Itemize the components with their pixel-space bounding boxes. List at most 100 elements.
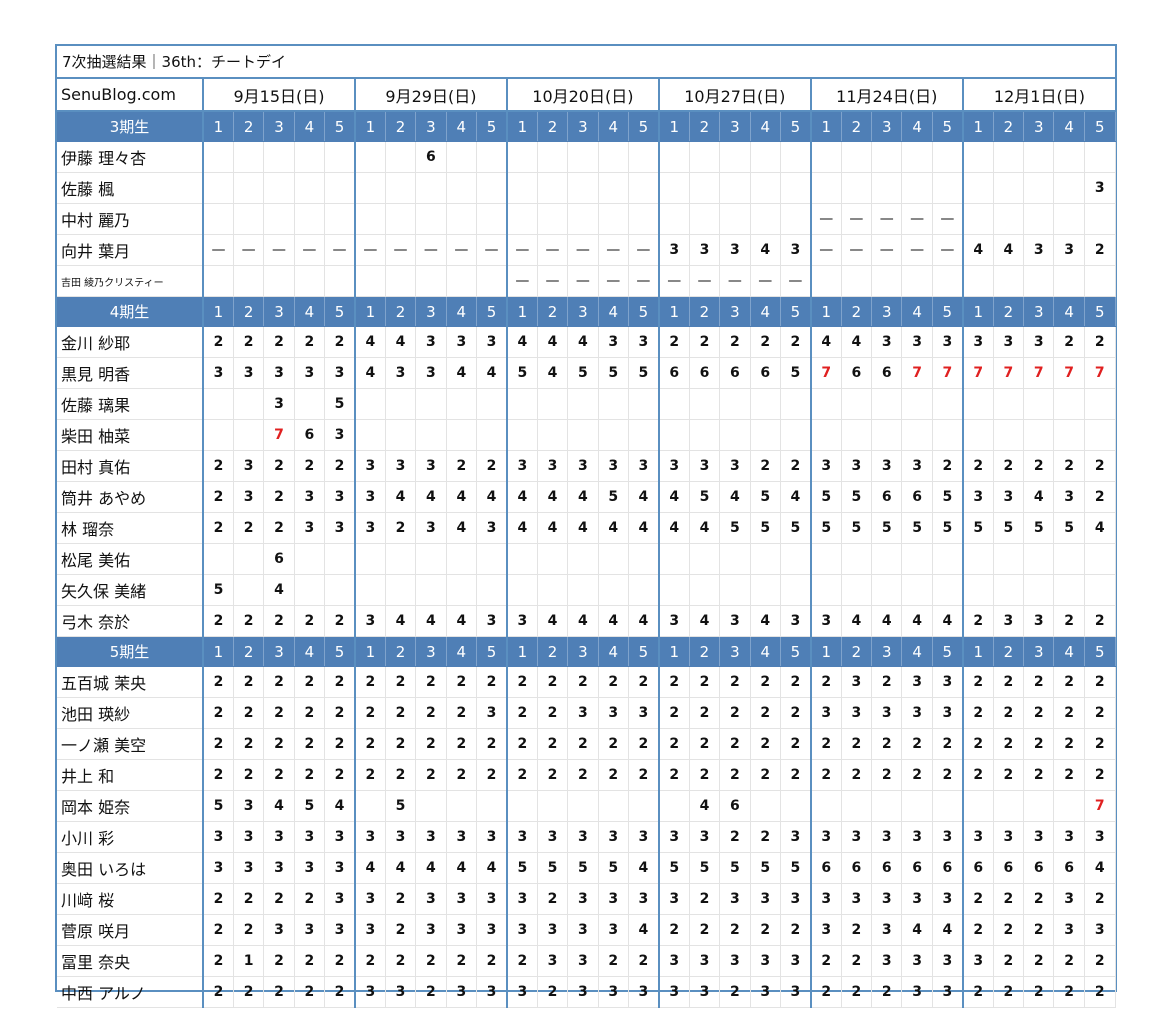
- result-cell: [628, 172, 660, 204]
- member-name: 林 瑠奈: [57, 512, 204, 544]
- result-cell: [446, 419, 478, 451]
- result-cell: 3: [901, 450, 933, 482]
- result-cell: 3: [324, 821, 356, 853]
- result-cell: [750, 419, 781, 451]
- result-cell: 2: [385, 759, 417, 791]
- result-cell: 4: [689, 512, 721, 544]
- result-cell: 3: [476, 697, 508, 729]
- result-cell: 2: [446, 759, 478, 791]
- result-cell: 2: [993, 914, 1025, 946]
- result-cell: 3: [353, 481, 386, 513]
- result-cell: [1053, 172, 1085, 204]
- part-number: 5: [628, 111, 660, 142]
- part-number: 5: [1084, 636, 1116, 667]
- result-cell: 4: [628, 914, 660, 946]
- result-cell: 6: [1023, 852, 1055, 884]
- result-cell: 5: [1023, 512, 1055, 544]
- result-cell: [657, 419, 690, 451]
- result-cell: 7: [993, 357, 1025, 389]
- result-cell: [233, 203, 265, 235]
- result-cell: [598, 388, 629, 420]
- result-cell: 2: [719, 821, 751, 853]
- result-cell: [961, 203, 994, 235]
- result-cell: [961, 172, 994, 204]
- result-cell: 3: [993, 481, 1025, 513]
- result-cell: 6: [841, 852, 873, 884]
- member-row: 中村 麗乃 — — — — —: [57, 203, 1116, 235]
- date-header: 10月27日(日): [657, 78, 811, 112]
- result-cell: 2: [750, 914, 781, 946]
- generation-header-row: 5期生 1 2 3 4 5 1 2 3 4 5 1 2 3 4 5 1 2 3 4 5 1 2 3 4 5 1 2 3 4 5: [57, 636, 1116, 667]
- result-cell: 5: [598, 852, 629, 884]
- result-cell: —: [385, 234, 417, 266]
- result-cell: 3: [201, 357, 234, 389]
- result-cell: [537, 203, 569, 235]
- result-cell: 2: [446, 728, 478, 760]
- result-cell: 3: [505, 450, 538, 482]
- part-number: 5: [932, 296, 964, 327]
- sheet-title: 7次抽選結果｜36th：チートデイ: [57, 46, 1116, 79]
- result-cell: [841, 574, 873, 606]
- result-cell: [505, 203, 538, 235]
- part-number: 1: [505, 636, 538, 667]
- result-cell: [353, 574, 386, 606]
- result-cell: [689, 543, 721, 575]
- part-number: 3: [719, 296, 751, 327]
- result-cell: 2: [961, 666, 994, 698]
- result-cell: 3: [961, 945, 994, 977]
- result-cell: [476, 388, 508, 420]
- result-cell: 2: [385, 666, 417, 698]
- result-cell: 2: [689, 914, 721, 946]
- result-cell: 2: [476, 450, 508, 482]
- result-cell: [353, 388, 386, 420]
- result-cell: 5: [598, 357, 629, 389]
- result-cell: 2: [201, 945, 234, 977]
- result-cell: [719, 203, 751, 235]
- result-cell: 2: [719, 697, 751, 729]
- result-cell: 6: [871, 852, 903, 884]
- result-cell: [961, 419, 994, 451]
- result-cell: [750, 203, 781, 235]
- result-cell: [750, 141, 781, 173]
- result-cell: 2: [324, 605, 356, 637]
- result-cell: [689, 172, 721, 204]
- result-cell: [476, 419, 508, 451]
- part-number: 2: [993, 111, 1025, 142]
- result-cell: [385, 574, 417, 606]
- member-name: 弓木 奈於: [57, 605, 204, 637]
- result-cell: 3: [932, 883, 964, 915]
- result-cell: —: [750, 265, 781, 297]
- result-cell: [1023, 574, 1055, 606]
- result-cell: 5: [1053, 512, 1085, 544]
- result-cell: [841, 265, 873, 297]
- result-cell: 2: [961, 883, 994, 915]
- result-cell: 2: [353, 666, 386, 698]
- member-name: 一ノ瀬 美空: [57, 728, 204, 760]
- member-name: 冨里 奈央: [57, 945, 204, 977]
- result-cell: [993, 790, 1025, 822]
- result-cell: [841, 172, 873, 204]
- result-cell: 4: [871, 605, 903, 637]
- result-cell: [750, 172, 781, 204]
- generation-header-row: 3期生 1 2 3 4 5 1 2 3 4 5 1 2 3 4 5 1 2 3 4 5 1 2 3 4 5 1 2 3 4 5: [57, 111, 1116, 142]
- result-cell: 2: [689, 759, 721, 791]
- result-cell: 2: [263, 481, 295, 513]
- part-number: 1: [353, 111, 386, 142]
- result-cell: [1023, 543, 1055, 575]
- result-cell: 2: [809, 945, 842, 977]
- member-row: 菅原 咲月 2 2 3 3 3 3 2 3 3 3 3 3 3 3 4 2 2 2 2 2 3 2 3 4 4 2 2 2 3 3: [57, 914, 1116, 946]
- result-cell: [598, 203, 629, 235]
- result-cell: 5: [505, 852, 538, 884]
- result-cell: 4: [385, 326, 417, 358]
- part-number: 4: [750, 296, 781, 327]
- result-cell: 5: [871, 512, 903, 544]
- member-row: 向井 葉月 — — — — — — — — — — — — — — —3 3 3 4 3— — — — —4 4 3 3 2: [57, 234, 1116, 266]
- result-cell: —: [505, 234, 538, 266]
- result-cell: 3: [841, 666, 873, 698]
- result-cell: [353, 790, 386, 822]
- result-cell: 4: [446, 357, 478, 389]
- part-number: 5: [476, 296, 508, 327]
- result-cell: 3: [1023, 821, 1055, 853]
- result-cell: 2: [1084, 697, 1116, 729]
- date-header: 12月1日(日): [961, 78, 1116, 112]
